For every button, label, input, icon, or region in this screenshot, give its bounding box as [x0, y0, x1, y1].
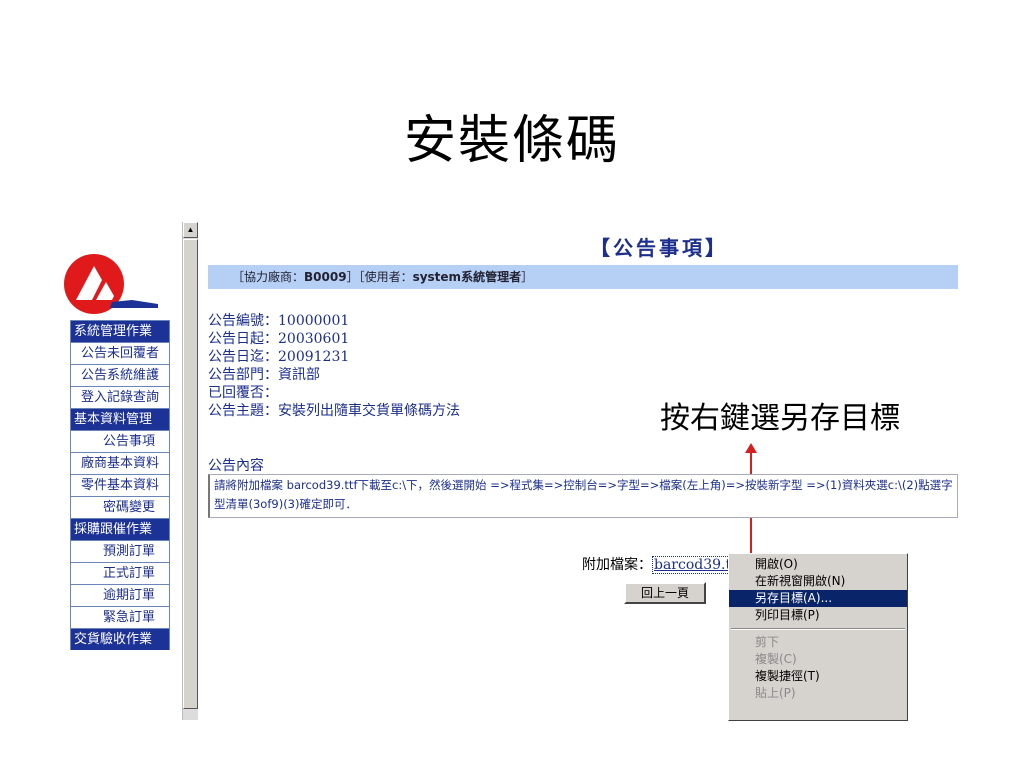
scroll-up-arrow-icon[interactable]: ▲ — [183, 222, 198, 238]
page-heading: 【公告事項】 — [590, 236, 728, 260]
announcement-start-date: 公告日起：20030601 — [208, 331, 350, 347]
menu-separator — [731, 628, 905, 630]
sidebar-nav: 系統管理作業 公告未回覆者 公告系統維護 登入記錄查詢 基本資料管理 公告事項 … — [70, 320, 170, 720]
user-info-bar: ［協力廠商：B0009］［使用者：system系統管理者］ — [208, 265, 958, 289]
menu-item-open-new-window[interactable]: 在新視窗開啟(N) — [729, 573, 907, 590]
company-logo-icon — [62, 252, 158, 316]
sidebar-item-vendor-data[interactable]: 廠商基本資料 — [70, 452, 170, 474]
content-label: 公告內容 — [208, 458, 264, 474]
menu-item-save-target-as[interactable]: 另存目標(A)... — [729, 590, 907, 607]
attachment-row: 附加檔案： barcod39.ttf — [582, 554, 744, 574]
sidebar-item-purchase-followup[interactable]: 採購跟催作業 — [70, 518, 170, 540]
sidebar-item-password-change[interactable]: 密碼變更 — [70, 496, 170, 518]
menu-item-copy: 複製(C) — [755, 652, 797, 666]
announcement-replied: 已回覆否： — [208, 385, 278, 401]
announcement-details: 公告編號：10000001 公告日起：20030601 公告日迄：2009123… — [208, 312, 460, 420]
menu-item-print-target[interactable]: 列印目標(P) — [729, 607, 907, 624]
context-menu: 開啟(O) 在新視窗開啟(N) 另存目標(A)... 列印目標(P) 剪下 複製… — [728, 553, 908, 721]
sidebar-item-overdue-orders[interactable]: 逾期訂單 — [70, 584, 170, 606]
info-prefix: ［協力廠商： — [232, 270, 305, 284]
scroll-thumb[interactable] — [183, 239, 198, 709]
sidebar-item-system-admin[interactable]: 系統管理作業 — [70, 320, 170, 342]
sidebar-item-forecast-orders[interactable]: 預測訂單 — [70, 540, 170, 562]
vertical-scrollbar[interactable]: ▲ — [182, 222, 198, 720]
sidebar-item-formal-orders[interactable]: 正式訂單 — [70, 562, 170, 584]
sidebar-item-login-records[interactable]: 登入記錄查詢 — [70, 386, 170, 408]
info-suffix: ］ — [521, 270, 534, 284]
menu-item-paste: 貼上(P) — [755, 686, 796, 700]
menu-item-open[interactable]: 開啟(O) — [729, 556, 907, 573]
attachment-label: 附加檔案： — [582, 557, 652, 573]
menu-item-cut: 剪下 — [755, 635, 780, 649]
announcement-subject: 公告主題：安裝列出隨車交貨單條碼方法 — [208, 403, 460, 419]
announcement-department: 公告部門：資訊部 — [208, 367, 320, 383]
announcement-number: 公告編號：10000001 — [208, 313, 350, 329]
announcement-end-date: 公告日迄：20091231 — [208, 349, 350, 365]
vendor-code: B0009 — [304, 270, 347, 284]
sidebar-item-announcement-maint[interactable]: 公告系統維護 — [70, 364, 170, 386]
slide-title: 安裝條碼 — [403, 111, 620, 171]
info-middle: ］［使用者： — [346, 270, 413, 284]
user-name: system系統管理者 — [412, 270, 522, 284]
sidebar-item-unreplied[interactable]: 公告未回覆者 — [70, 342, 170, 364]
sidebar-item-announcements[interactable]: 公告事項 — [70, 430, 170, 452]
content-textbox[interactable]: 請將附加檔案 barcod39.ttf下載至c:\下，然後選開始 =>程式集=>… — [208, 474, 958, 518]
sidebar-item-parts-data[interactable]: 零件基本資料 — [70, 474, 170, 496]
sidebar-item-basic-data[interactable]: 基本資料管理 — [70, 408, 170, 430]
back-button[interactable]: 回上一頁 — [624, 582, 706, 604]
annotation-callout: 按右鍵選另存目標 — [660, 401, 900, 436]
menu-item-copy-shortcut[interactable]: 複製捷徑(T) — [729, 668, 907, 685]
sidebar-item-delivery-acceptance[interactable]: 交貨驗收作業 — [70, 628, 170, 650]
sidebar-item-urgent-orders[interactable]: 緊急訂單 — [70, 606, 170, 628]
